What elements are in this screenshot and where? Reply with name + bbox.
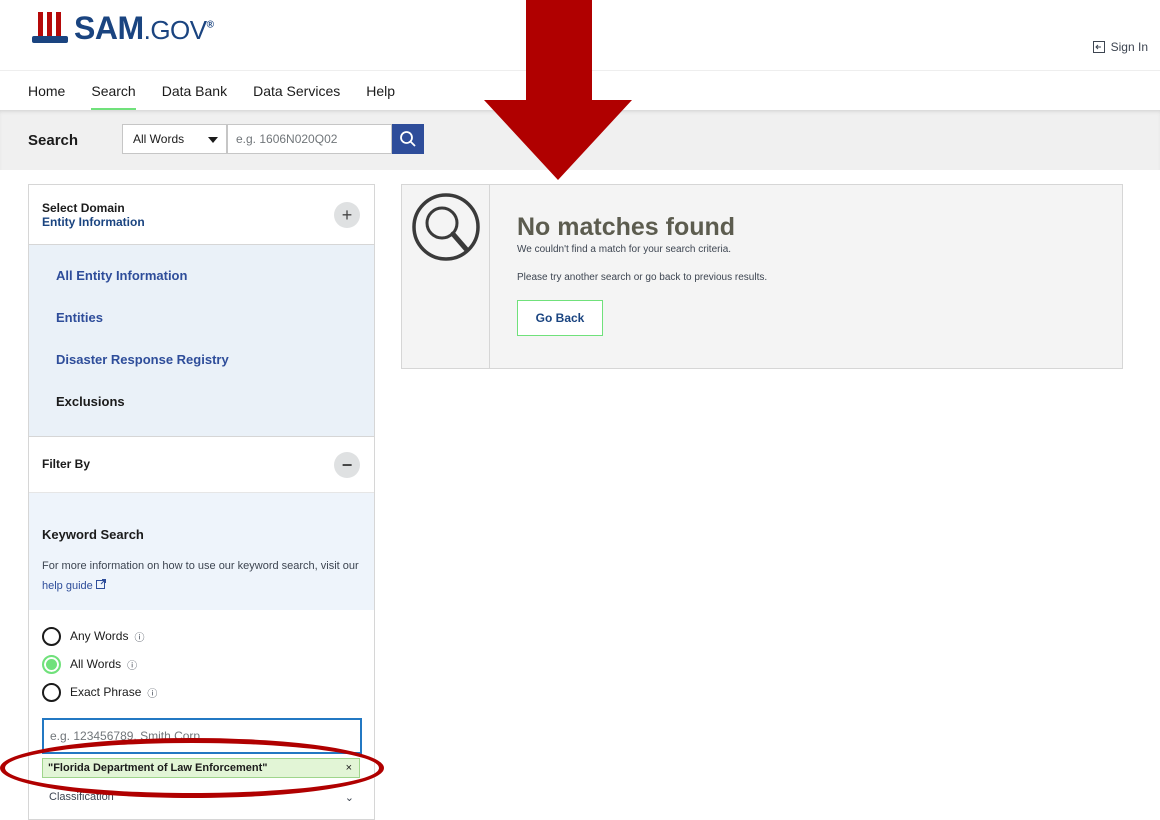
info-icon[interactable]: ⓘ [134,629,144,644]
magnifier-icon [412,193,480,261]
keyword-search-title: Keyword Search [42,527,144,542]
search-bar-label: Search [28,132,79,149]
radio-exact-phrase-label: Exact Phrase [70,685,142,699]
domain-item-disaster-registry[interactable]: Disaster Response Registry [29,339,374,381]
search-mode-value: All Words [133,132,185,146]
help-guide-label: help guide [42,580,93,592]
info-icon[interactable]: ⓘ [147,685,157,700]
search-input[interactable] [227,124,392,154]
radio-all-words-label: All Words [70,657,122,671]
search-icon [400,131,416,147]
nav-data-services[interactable]: Data Services [253,71,340,111]
expand-plus-icon[interactable]: + [334,202,360,228]
radio-any-words-label: Any Words [70,629,129,643]
sam-logo[interactable]: SAM.GOV® [30,10,214,47]
uncle-sam-hat-icon [30,11,70,46]
nav-help[interactable]: Help [366,71,395,111]
logo-registered-mark: ® [206,19,214,31]
nav-search[interactable]: Search [91,71,137,111]
radio-checked-icon [42,654,61,674]
filter-panel: Select Domain Entity Information + All E… [28,184,375,820]
logo-wordmark: SAM [74,10,144,46]
domain-list: All Entity Information Entities Disaster… [29,245,374,437]
keyword-search-description: For more information on how to use our k… [42,560,359,572]
sign-in-label: Sign In [1110,40,1148,54]
radio-any-words[interactable]: Any Words ⓘ [42,622,361,650]
domain-item-all-entity[interactable]: All Entity Information [29,255,374,297]
collapse-minus-icon[interactable]: − [334,452,360,478]
keyword-search-info: Keyword Search For more information on h… [29,493,374,610]
nav-home[interactable]: Home [28,71,65,111]
sign-in-link[interactable]: Sign In [1092,40,1148,54]
annotation-down-arrow [484,0,632,180]
radio-unchecked-icon [42,682,61,702]
no-results-card: No matches found We couldn't find a matc… [401,184,1123,369]
radio-exact-phrase[interactable]: Exact Phrase ⓘ [42,678,361,706]
domain-selector[interactable]: Select Domain Entity Information + [29,185,374,245]
logo-wordmark-suffix: .GOV [143,15,208,45]
info-icon[interactable]: ⓘ [127,657,137,672]
caret-down-icon [208,137,218,143]
help-guide-link[interactable]: help guide [42,579,106,592]
go-back-button[interactable]: Go Back [517,300,603,336]
no-matches-title: No matches found [517,213,736,241]
sign-in-icon [1092,41,1105,53]
no-matches-subtitle: We couldn't find a match for your search… [517,244,732,255]
domain-item-entities[interactable]: Entities [29,297,374,339]
keyword-mode-radios: Any Words ⓘ All Words ⓘ Exact Phrase ⓘ [29,610,374,712]
domain-selected: Entity Information [42,215,145,229]
nav-data-bank[interactable]: Data Bank [162,71,227,111]
filter-by-header[interactable]: Filter By − [29,437,374,493]
chevron-down-icon[interactable]: ⌄ [345,791,354,804]
annotation-ellipse [0,738,384,798]
filter-by-label: Filter By [42,457,91,471]
domain-item-exclusions[interactable]: Exclusions [29,381,374,423]
domain-heading: Select Domain [42,201,125,215]
search-mode-select[interactable]: All Words [122,124,227,154]
search-button[interactable] [392,124,424,154]
radio-unchecked-icon [42,626,61,646]
radio-all-words[interactable]: All Words ⓘ [42,650,361,678]
no-matches-hint: Please try another search or go back to … [517,272,768,283]
external-link-icon [95,579,106,589]
